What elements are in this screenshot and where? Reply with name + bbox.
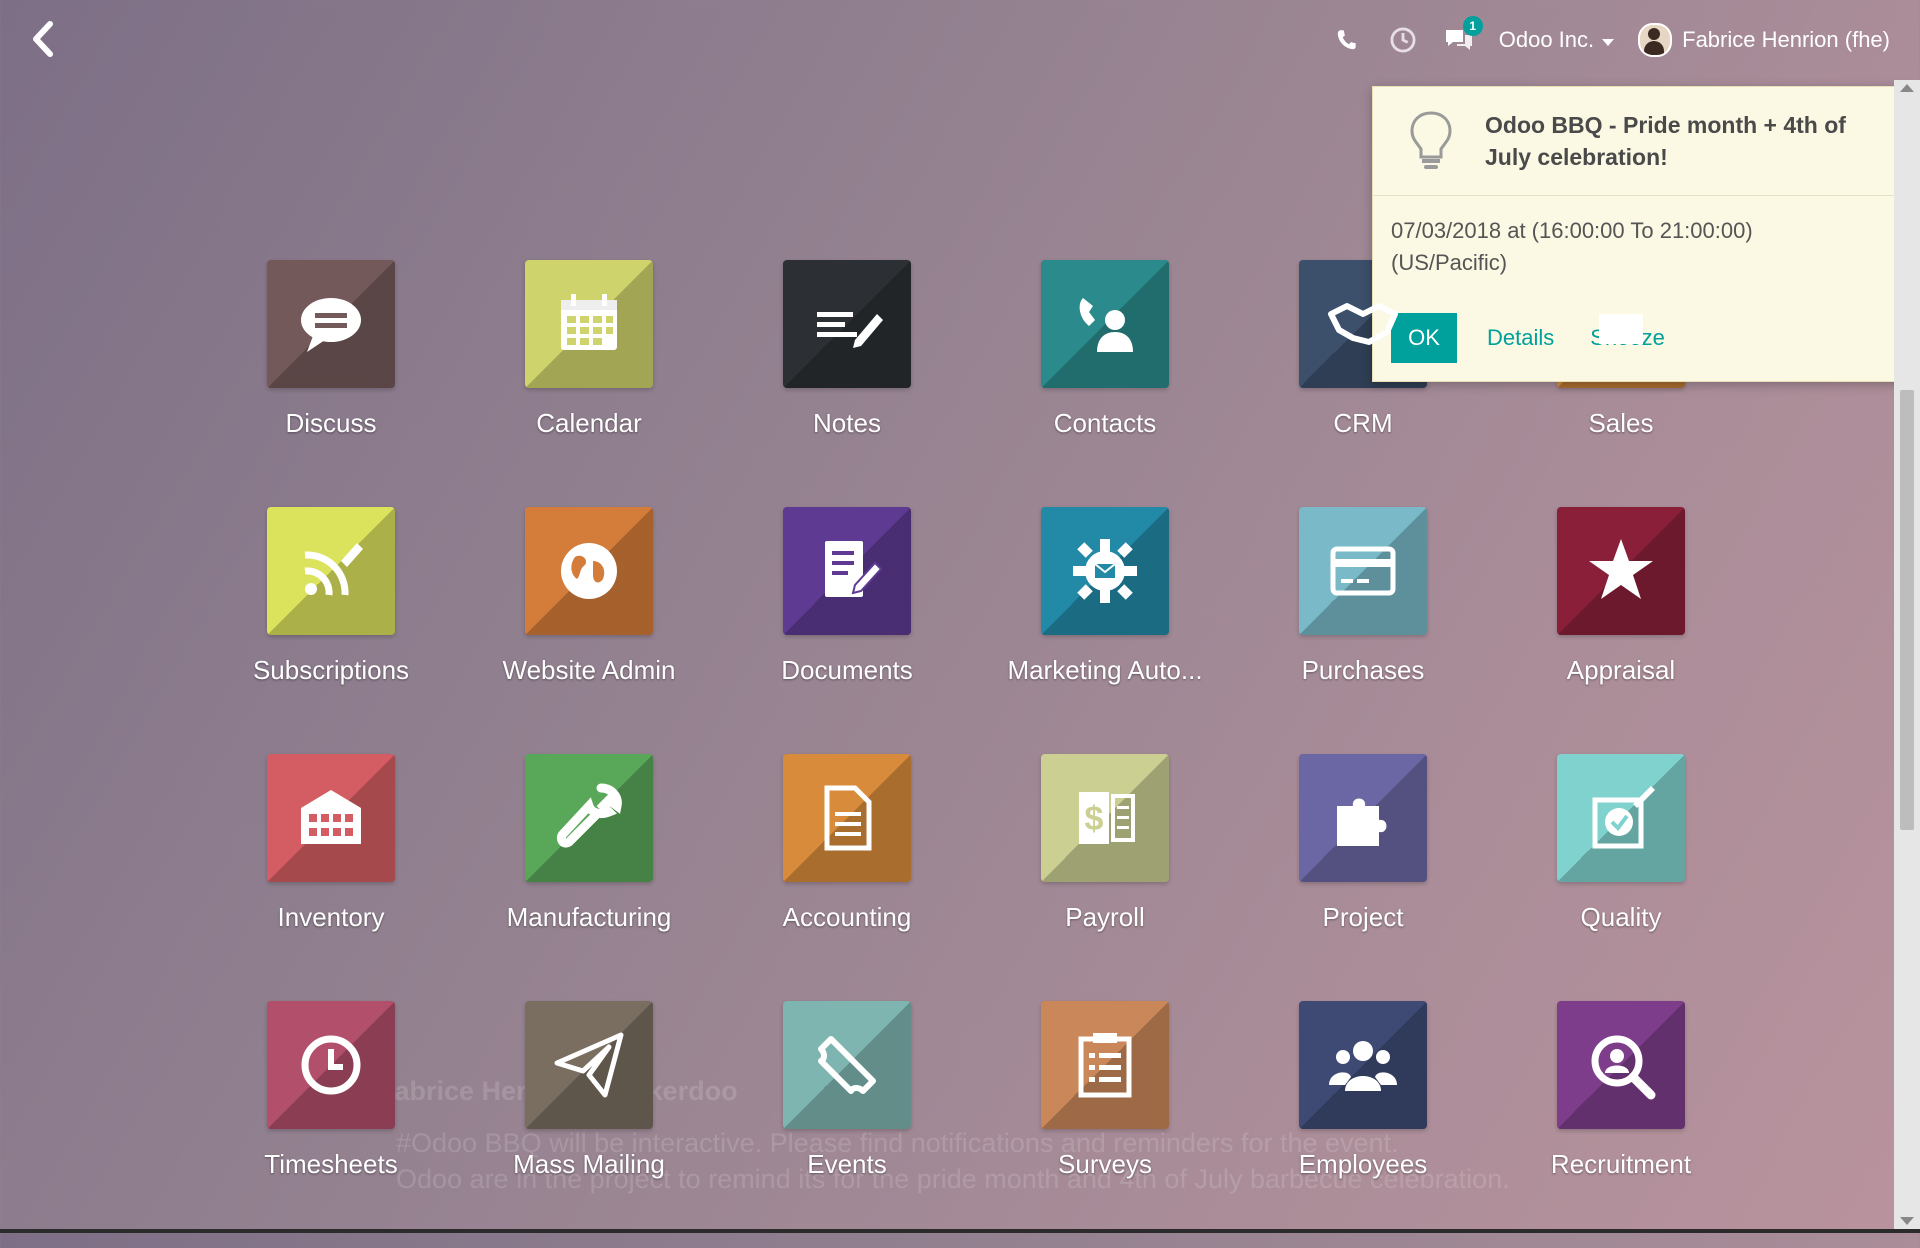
puzzle-icon xyxy=(1299,754,1427,882)
scroll-up-arrow[interactable] xyxy=(1900,84,1914,92)
company-name: Odoo Inc. xyxy=(1498,27,1595,52)
app-inventory[interactable]: Inventory xyxy=(202,754,460,1001)
app-label: Inventory xyxy=(277,902,385,932)
notification-body: 07/03/2018 at (16:00:00 To 21:00:00) (US… xyxy=(1391,215,1753,279)
phone-icon[interactable] xyxy=(1331,24,1363,56)
app-employees[interactable]: Employees xyxy=(1234,1001,1492,1248)
app-calendar[interactable]: Calendar xyxy=(460,260,718,507)
invoice-icon xyxy=(783,754,911,882)
app-label: Accounting xyxy=(782,902,912,932)
notification-title: Odoo BBQ - Pride month + 4th of July cel… xyxy=(1485,112,1846,170)
app-label: Employees xyxy=(1298,1149,1428,1179)
systray: 1 Odoo Inc. Fabrice Henrion (fhe) xyxy=(1331,16,1890,60)
quality-icon xyxy=(1557,754,1685,882)
app-label: Timesheets xyxy=(264,1149,398,1179)
app-label: Manufacturing xyxy=(506,902,672,932)
app-project[interactable]: Project xyxy=(1234,754,1492,1001)
app-manufacturing[interactable]: Manufacturing xyxy=(460,754,718,1001)
app-appraisal[interactable]: Appraisal xyxy=(1492,507,1750,754)
svg-text:$: $ xyxy=(1085,800,1104,838)
scroll-down-arrow[interactable] xyxy=(1900,1217,1914,1225)
app-quality[interactable]: Quality xyxy=(1492,754,1750,1001)
vertical-scrollbar[interactable] xyxy=(1894,80,1920,1233)
app-events[interactable]: Events xyxy=(718,1001,976,1248)
star-icon xyxy=(1557,507,1685,635)
chevron-down-icon xyxy=(1602,38,1615,46)
gear-mail-icon xyxy=(1041,507,1169,635)
app-label: Website Admin xyxy=(502,655,676,685)
wrench-icon xyxy=(525,754,653,882)
search-user-icon xyxy=(1557,1001,1685,1129)
warehouse-icon xyxy=(267,754,395,882)
app-label: Documents xyxy=(781,655,913,685)
app-label: Events xyxy=(807,1149,887,1179)
window-bottom-border xyxy=(0,1229,1920,1233)
globe-icon xyxy=(525,507,653,635)
app-label: Appraisal xyxy=(1566,655,1676,685)
company-switcher[interactable]: Odoo Inc. xyxy=(1498,27,1615,53)
lightbulb-icon xyxy=(1407,109,1455,178)
users-icon xyxy=(1299,1001,1427,1129)
app-subscriptions[interactable]: Subscriptions xyxy=(202,507,460,754)
app-label: Project xyxy=(1322,902,1404,932)
calendar-icon xyxy=(525,260,653,388)
payroll-icon: $ xyxy=(1041,754,1169,882)
credit-card-icon xyxy=(1299,507,1427,635)
app-contacts[interactable]: Contacts xyxy=(976,260,1234,507)
app-label: Mass Mailing xyxy=(513,1149,665,1179)
clock-icon xyxy=(267,1001,395,1129)
event-timezone: (US/Pacific) xyxy=(1391,250,1508,275)
app-label: Notes xyxy=(813,408,881,438)
top-navbar: 1 Odoo Inc. Fabrice Henrion (fhe) xyxy=(0,0,1920,80)
avatar xyxy=(1638,23,1673,57)
activity-clock-icon[interactable] xyxy=(1387,24,1419,56)
app-surveys[interactable]: Surveys xyxy=(976,1001,1234,1248)
app-label: Recruitment xyxy=(1550,1149,1692,1179)
app-website-admin[interactable]: Website Admin xyxy=(460,507,718,754)
app-label: Sales xyxy=(1588,408,1654,438)
app-marketing-auto[interactable]: Marketing Auto... xyxy=(976,507,1234,754)
app-label: Quality xyxy=(1580,902,1662,932)
app-label: Contacts xyxy=(1053,408,1157,438)
details-button[interactable]: Details xyxy=(1481,325,1560,351)
chat-icon[interactable]: 1 xyxy=(1443,16,1483,56)
clipboard-icon xyxy=(1041,1001,1169,1129)
notification-header: Odoo BBQ - Pride month + 4th of July cel… xyxy=(1373,87,1915,196)
app-label: Purchases xyxy=(1301,655,1425,685)
rss-icon xyxy=(267,507,395,635)
app-label: Calendar xyxy=(536,408,642,438)
back-icon[interactable] xyxy=(26,18,60,60)
contacts-icon xyxy=(1041,260,1169,388)
chat-bubble-icon xyxy=(267,260,395,388)
paper-plane-icon xyxy=(525,1001,653,1129)
app-label: Payroll xyxy=(1065,902,1145,932)
app-label: Subscriptions xyxy=(252,655,410,685)
app-timesheets[interactable]: Timesheets xyxy=(202,1001,460,1248)
messages-badge: 1 xyxy=(1462,16,1483,36)
user-menu[interactable]: Fabrice Henrion (fhe) xyxy=(1638,23,1890,57)
app-label: Surveys xyxy=(1058,1149,1152,1179)
app-label: CRM xyxy=(1333,408,1393,438)
apps-grid: Discuss Calendar Notes Contacts CRM Sales Subs… xyxy=(202,260,1691,1248)
app-recruitment[interactable]: Recruitment xyxy=(1492,1001,1750,1248)
user-name: Fabrice Henrion (fhe) xyxy=(1682,27,1890,52)
app-discuss[interactable]: Discuss xyxy=(202,260,460,507)
event-datetime: 07/03/2018 at (16:00:00 To 21:00:00) xyxy=(1391,218,1753,243)
app-purchases[interactable]: Purchases xyxy=(1234,507,1492,754)
app-label: Marketing Auto... xyxy=(1007,655,1203,685)
document-pen-icon xyxy=(783,507,911,635)
scrollbar-thumb[interactable] xyxy=(1900,390,1914,830)
app-mass-mailing[interactable]: Mass Mailing xyxy=(460,1001,718,1248)
notes-icon xyxy=(783,260,911,388)
app-label: Discuss xyxy=(285,408,377,438)
ticket-icon xyxy=(783,1001,911,1129)
app-accounting[interactable]: Accounting xyxy=(718,754,976,1001)
app-notes[interactable]: Notes xyxy=(718,260,976,507)
app-documents[interactable]: Documents xyxy=(718,507,976,754)
app-payroll[interactable]: $ Payroll xyxy=(976,754,1234,1001)
